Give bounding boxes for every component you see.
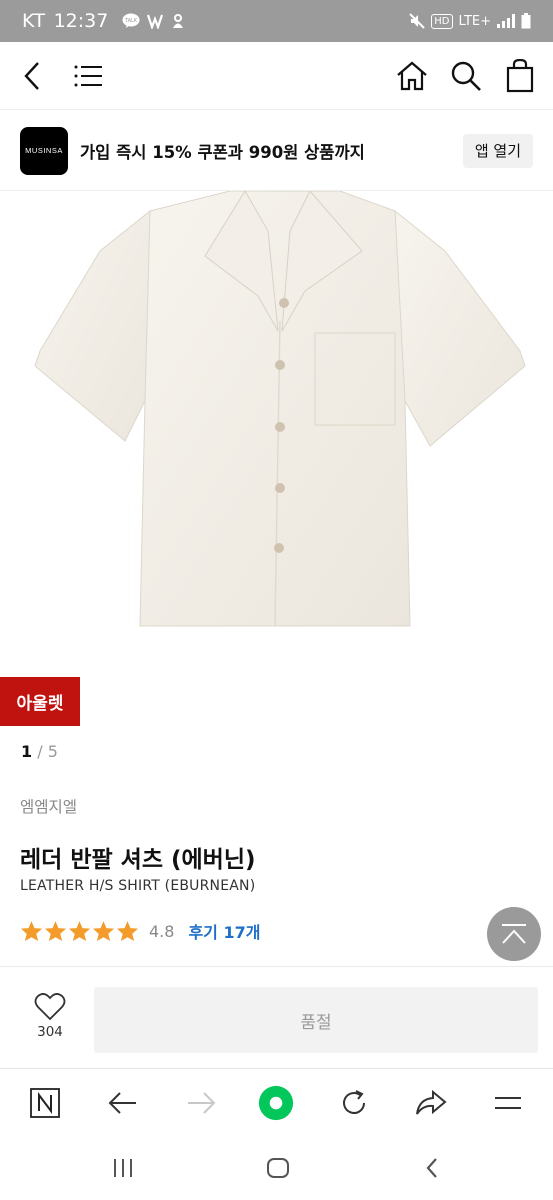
product-title: 레더 반팔 셔츠 (에버닌) <box>20 847 256 873</box>
star-icon <box>116 920 139 942</box>
status-bar: KT 12:37 TALK HD LTE+ <box>0 0 553 42</box>
system-navigation-bar <box>0 1136 553 1200</box>
product-title-english: LEATHER H/S SHIRT (EBURNEAN) <box>20 878 256 894</box>
naver-green-dot-icon[interactable] <box>258 1085 294 1121</box>
soldout-button[interactable]: 품절 <box>94 987 538 1053</box>
rating-score: 4.8 <box>149 921 175 941</box>
app-install-banner[interactable]: MUSINSA 가입 즉시 15% 쿠폰과 990원 상품까지 앱 열기 <box>0 111 553 191</box>
star-icon <box>92 920 115 942</box>
menu-icon[interactable] <box>70 58 106 94</box>
outlet-badge: 아울렛 <box>0 677 80 726</box>
product-image[interactable] <box>0 190 553 661</box>
menu-icon[interactable] <box>490 1085 526 1121</box>
back-arrow-icon[interactable] <box>14 58 50 94</box>
pager-current: 1 <box>21 742 33 761</box>
naver-n-icon[interactable] <box>27 1085 63 1121</box>
arrow-up-icon <box>502 924 526 944</box>
vpn-key-icon <box>147 14 164 29</box>
pager-total: 5 <box>47 742 58 761</box>
star-icon <box>20 920 43 942</box>
lte-icon: LTE+ <box>458 13 492 29</box>
talk-badge-text: TALK <box>124 18 138 24</box>
share-icon[interactable] <box>413 1085 449 1121</box>
forward-icon[interactable] <box>183 1085 219 1121</box>
top-navigation <box>0 42 553 110</box>
star-icon <box>68 920 91 942</box>
back-icon[interactable] <box>105 1085 141 1121</box>
recent-apps-icon[interactable] <box>107 1154 139 1182</box>
mute-icon <box>409 13 425 29</box>
heart-icon <box>34 993 66 1021</box>
star-icon <box>44 920 67 942</box>
like-count: 304 <box>37 1024 63 1040</box>
open-app-button[interactable]: 앱 열기 <box>462 133 533 168</box>
banner-message: 가입 즉시 15% 쿠폰과 990원 상품까지 <box>80 142 365 162</box>
image-pager: 1 / 5 <box>21 742 58 761</box>
like-button[interactable]: 304 <box>20 993 80 1053</box>
battery-icon <box>521 13 531 29</box>
home-icon[interactable] <box>262 1154 294 1182</box>
notification-icon <box>173 14 184 28</box>
hd-voice-icon: HD <box>431 13 453 29</box>
search-icon[interactable] <box>448 58 484 94</box>
home-icon[interactable] <box>394 58 430 94</box>
shopping-bag-icon[interactable] <box>502 58 538 94</box>
clock: 12:37 <box>53 10 109 32</box>
musinsa-logo: MUSINSA <box>20 126 68 175</box>
pager-separator: / <box>37 742 43 761</box>
brand-name[interactable]: 엠엠지엘 <box>20 795 77 817</box>
back-icon[interactable] <box>416 1154 448 1182</box>
browser-toolbar <box>0 1068 553 1136</box>
star-rating <box>20 920 139 942</box>
refresh-icon[interactable] <box>336 1085 372 1121</box>
shirt-illustration <box>34 190 526 627</box>
review-count-link[interactable]: 후기 17개 <box>188 919 260 943</box>
kakaotalk-icon: TALK <box>122 13 140 28</box>
rating-row: 4.8 후기 17개 <box>20 919 260 943</box>
signal-icon <box>497 14 515 28</box>
carrier-label: KT <box>22 10 46 32</box>
section-divider <box>0 966 553 967</box>
scroll-to-top-button[interactable] <box>487 907 541 961</box>
